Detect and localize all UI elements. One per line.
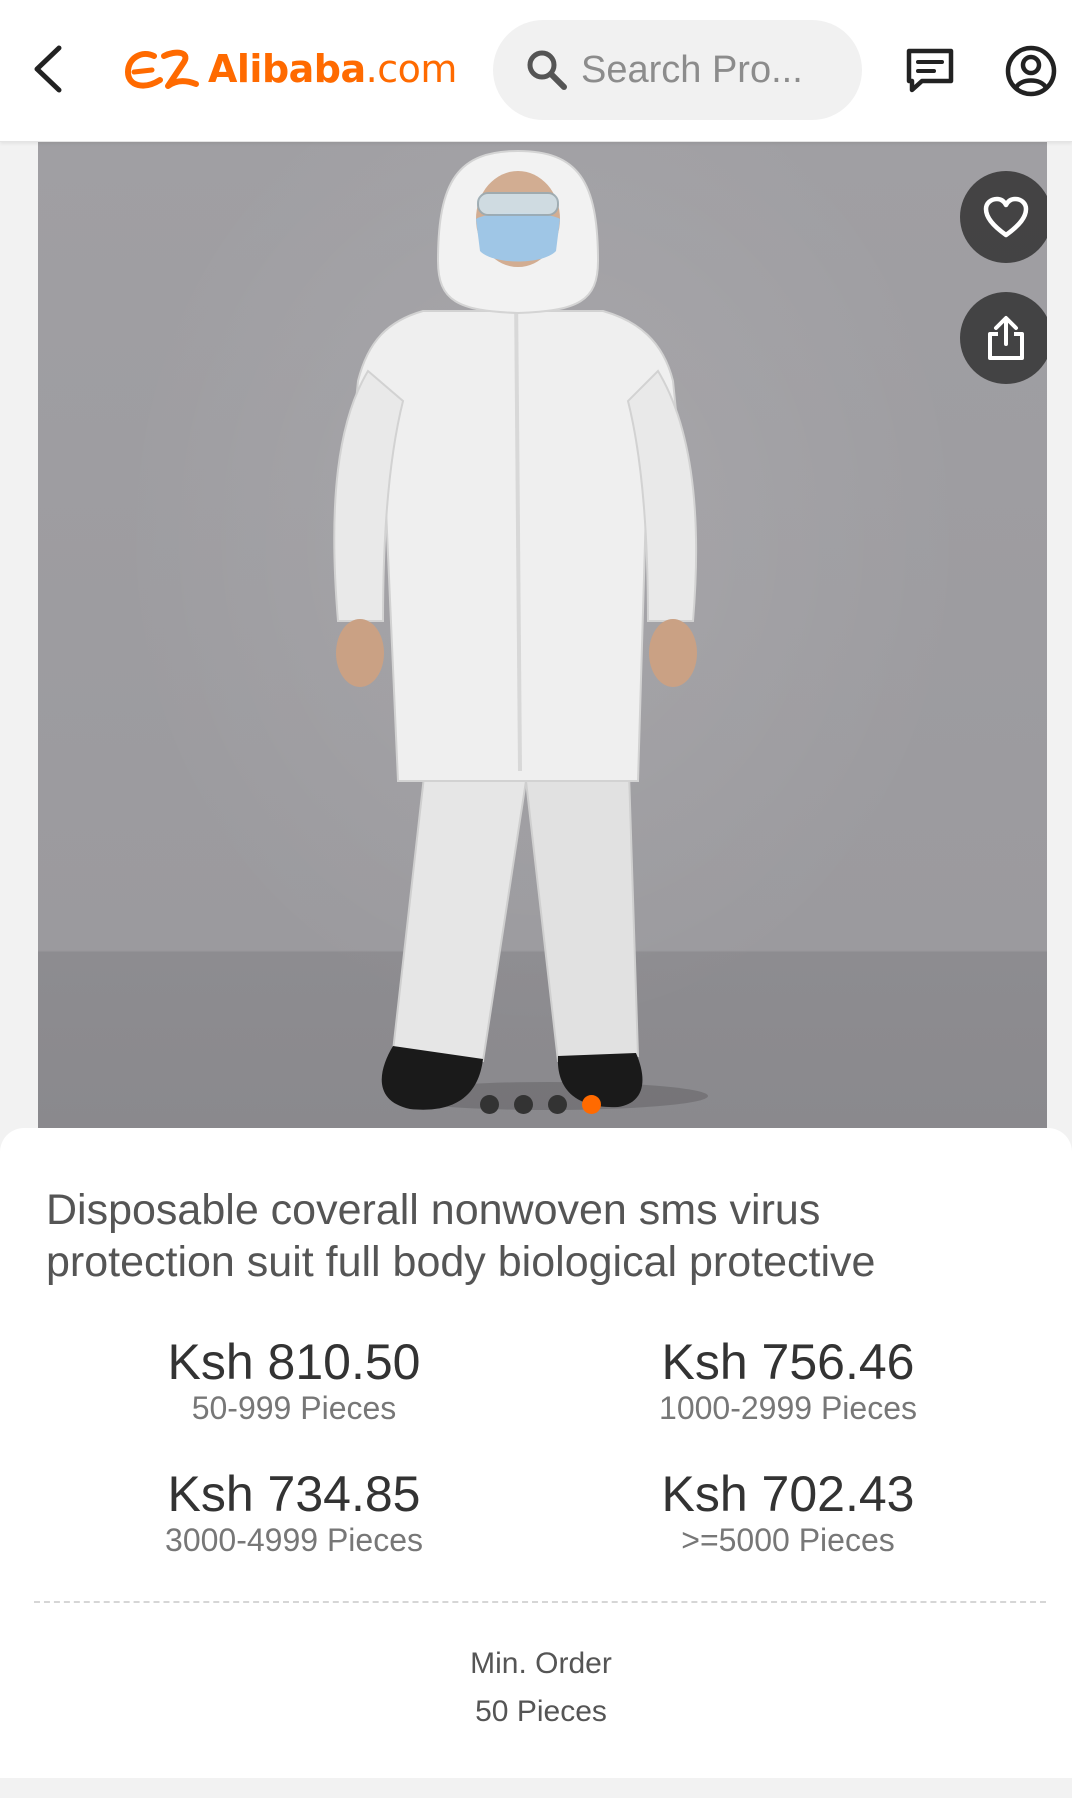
- min-order-label: Min. Order: [470, 1647, 612, 1680]
- logo-wordmark: Alibaba.com: [208, 47, 457, 91]
- divider: [34, 1601, 1046, 1603]
- price-tier: Ksh 734.85 3000-4999 Pieces: [84, 1465, 504, 1559]
- carousel-dot[interactable]: [582, 1095, 601, 1114]
- min-order-value: 50 Pieces: [475, 1695, 607, 1728]
- product-info-card: Disposable coverall nonwoven sms virus p…: [0, 1128, 1072, 1778]
- tier-price: Ksh 734.85: [167, 1466, 421, 1522]
- tier-quantity: 50-999 Pieces: [191, 1390, 397, 1426]
- price-tier: Ksh 756.46 1000-2999 Pieces: [578, 1333, 998, 1427]
- alibaba-logo[interactable]: Alibaba.com: [124, 44, 457, 94]
- carousel-dot[interactable]: [480, 1095, 499, 1114]
- favorite-button[interactable]: [960, 171, 1047, 263]
- back-button[interactable]: [20, 36, 76, 102]
- search-input[interactable]: Search Pro...: [581, 49, 803, 92]
- account-button[interactable]: [1000, 40, 1062, 102]
- account-icon: [1005, 45, 1057, 97]
- heart-icon: [983, 196, 1029, 238]
- top-bar: Alibaba.com Search Pro...: [0, 0, 1072, 142]
- messages-button[interactable]: [900, 42, 960, 100]
- tier-quantity: 1000-2999 Pieces: [659, 1390, 917, 1426]
- tier-quantity: >=5000 Pieces: [681, 1522, 895, 1558]
- share-icon: [988, 316, 1024, 360]
- carousel-dot[interactable]: [548, 1095, 567, 1114]
- search-icon: [525, 48, 569, 92]
- chevron-left-icon: [34, 45, 62, 93]
- tier-price: Ksh 756.46: [661, 1334, 915, 1390]
- product-title: Disposable coverall nonwoven sms virus p…: [46, 1186, 876, 1286]
- carousel-indicator: [480, 1095, 601, 1114]
- message-icon: [906, 48, 954, 93]
- search-bar[interactable]: Search Pro...: [493, 20, 862, 120]
- product-image-gallery[interactable]: [38, 141, 1047, 1128]
- price-tier: Ksh 702.43 >=5000 Pieces: [578, 1465, 998, 1559]
- product-photo: [333, 149, 708, 1110]
- price-tier: Ksh 810.50 50-999 Pieces: [84, 1333, 504, 1427]
- tier-quantity: 3000-4999 Pieces: [165, 1522, 423, 1558]
- carousel-dot[interactable]: [514, 1095, 533, 1114]
- tier-price: Ksh 810.50: [167, 1334, 421, 1390]
- share-button[interactable]: [960, 292, 1047, 384]
- alibaba-logo-icon: [124, 49, 199, 89]
- tier-price: Ksh 702.43: [661, 1466, 915, 1522]
